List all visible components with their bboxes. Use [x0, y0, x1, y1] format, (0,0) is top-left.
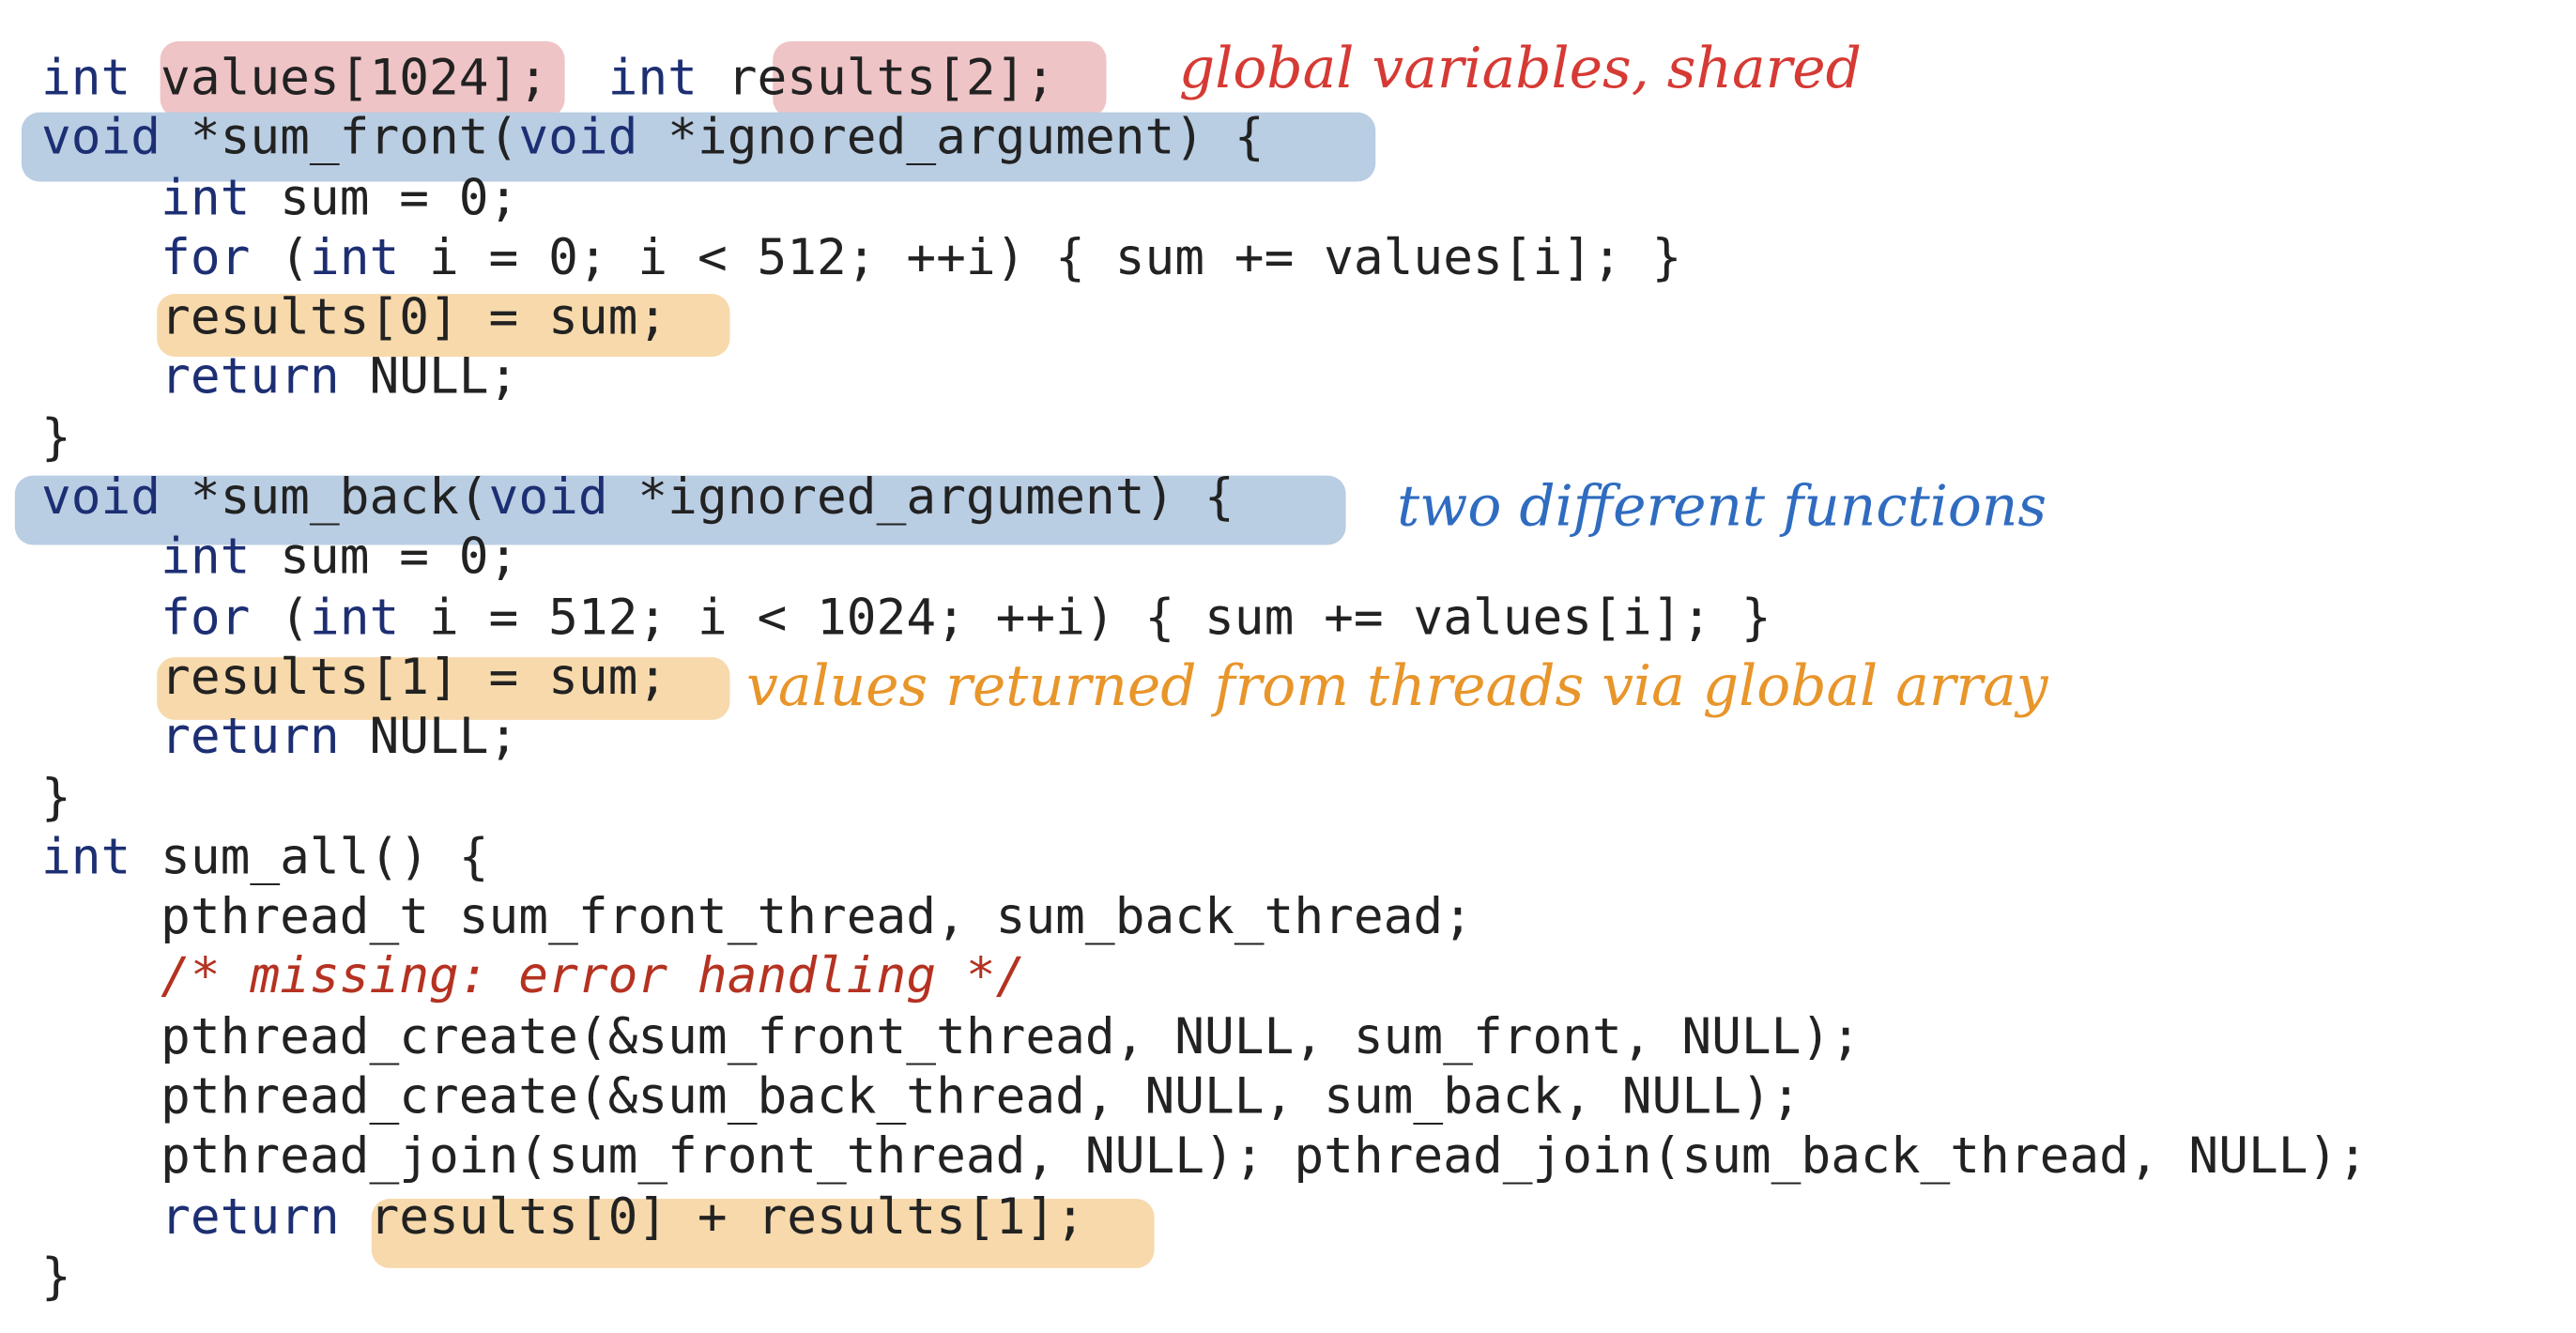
- code-line: }: [41, 769, 2368, 829]
- code-line: pthread_t sum_front_thread, sum_back_thr…: [41, 889, 2368, 949]
- code-line: for (int i = 512; i < 1024; ++i) { sum +…: [41, 589, 2368, 649]
- code-line: return results[0] + results[1];: [41, 1188, 2368, 1249]
- code-line: }: [41, 1249, 2368, 1309]
- code-token: (: [250, 229, 310, 287]
- code-line: int sum = 0;: [41, 169, 2368, 229]
- code-token: values[1024];: [130, 49, 578, 108]
- code-token: results[2];: [697, 49, 1056, 108]
- code-keyword: int: [309, 589, 400, 647]
- code-line: int sum_all() {: [41, 829, 2368, 889]
- annotation-global-variables: global variables, shared: [1178, 36, 1862, 103]
- code-keyword: int: [161, 169, 251, 228]
- code-keyword: int: [577, 49, 698, 108]
- code-keyword: return: [161, 1187, 340, 1247]
- code-keyword: int: [40, 49, 131, 108]
- code-keyword: return: [161, 349, 340, 407]
- code-line: }: [41, 409, 2368, 469]
- code-keyword: void: [40, 109, 161, 168]
- code-keyword: void: [518, 109, 638, 168]
- code-keyword: int: [309, 229, 400, 287]
- code-token: results[0] = sum;: [40, 289, 668, 347]
- code-token: NULL;: [339, 349, 519, 407]
- code-comment: /* missing: error handling */: [161, 948, 1026, 1007]
- code-token: pthread_create(&sum_front_thread, NULL, …: [40, 1008, 1861, 1066]
- annotation-two-functions: two different functions: [1397, 473, 2047, 541]
- code-token: *sum_back(: [161, 468, 489, 528]
- code-keyword: return: [161, 709, 340, 767]
- annotation-values-returned: values returned from threads via global …: [746, 653, 2048, 720]
- code-line: for (int i = 0; i < 512; ++i) { sum += v…: [41, 229, 2368, 289]
- code-keyword: int: [161, 529, 251, 588]
- code-token: sum = 0;: [250, 529, 519, 588]
- code-line: results[0] = sum;: [41, 289, 2368, 349]
- code-keyword: int: [40, 828, 131, 887]
- code-token: *ignored_argument) {: [637, 109, 1265, 168]
- code-keyword: void: [488, 468, 608, 528]
- code-token: }: [40, 408, 71, 467]
- code-token: i = 0; i < 512; ++i) { sum += values[i];…: [399, 229, 1682, 287]
- code-line: /* missing: error handling */: [41, 948, 2368, 1008]
- code-token: }: [40, 1248, 71, 1307]
- code-line: pthread_create(&sum_back_thread, NULL, s…: [41, 1068, 2368, 1128]
- code-token: results[0] + results[1];: [339, 1187, 1085, 1247]
- code-token: *sum_front(: [161, 109, 519, 168]
- code-token: sum_all() {: [130, 828, 489, 887]
- code-token: *ignored_argument) {: [607, 468, 1234, 528]
- code-token: pthread_join(sum_front_thread, NULL); pt…: [40, 1128, 2369, 1187]
- code-token: }: [40, 768, 71, 827]
- code-token: results[1] = sum;: [40, 649, 668, 707]
- code-token: pthread_create(&sum_back_thread, NULL, s…: [40, 1068, 1802, 1126]
- code-keyword: for: [161, 229, 251, 287]
- code-line: pthread_create(&sum_front_thread, NULL, …: [41, 1008, 2368, 1068]
- code-keyword: for: [161, 589, 251, 647]
- code-line: return NULL;: [41, 349, 2368, 409]
- code-diagram: int values[1024]; int results[2]; void *s…: [0, 0, 2576, 1333]
- code-keyword: void: [40, 468, 161, 528]
- code-line: pthread_join(sum_front_thread, NULL); pt…: [41, 1128, 2368, 1188]
- code-token: sum = 0;: [250, 169, 519, 228]
- code-line: void *sum_front(void *ignored_argument) …: [41, 110, 2368, 170]
- code-token: pthread_t sum_front_thread, sum_back_thr…: [40, 888, 1473, 947]
- code-token: i = 512; i < 1024; ++i) { sum += values[…: [399, 589, 1771, 647]
- code-token: (: [250, 589, 310, 647]
- code-token: NULL;: [339, 709, 519, 767]
